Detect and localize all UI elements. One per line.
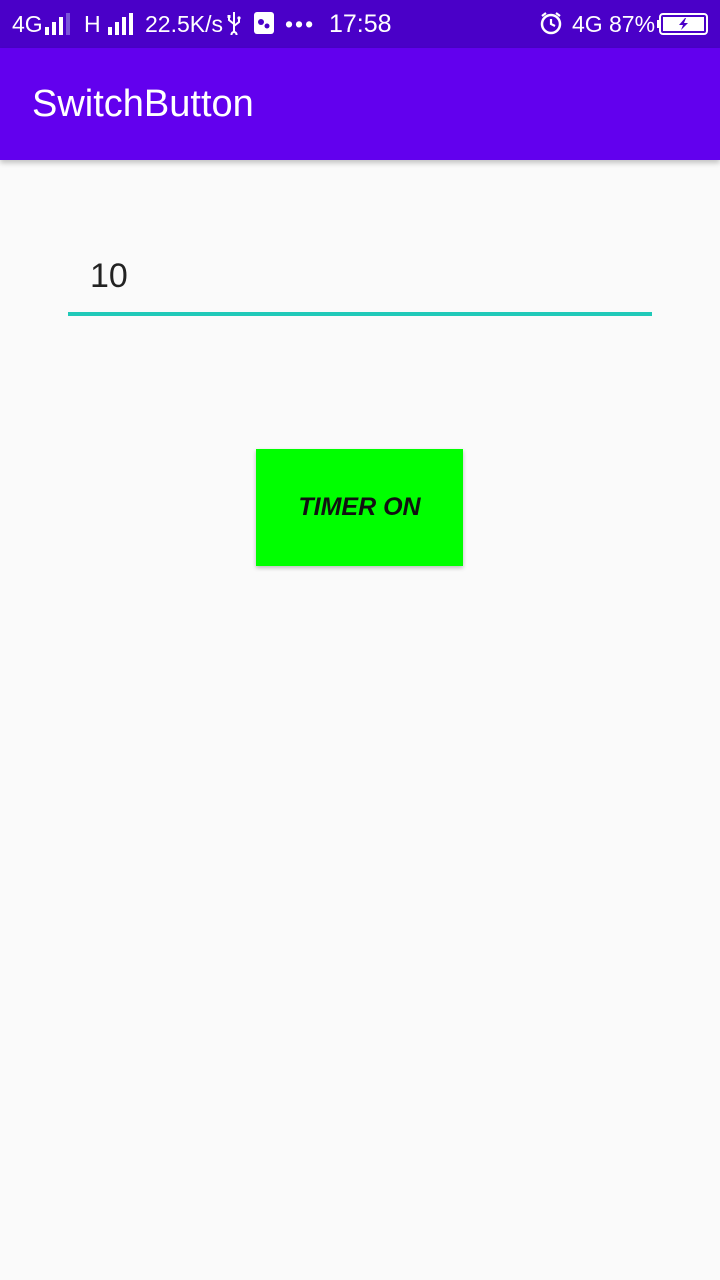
alarm-icon	[539, 11, 563, 40]
timer-input[interactable]	[68, 248, 652, 304]
timer-input-field[interactable]	[68, 248, 652, 316]
app-bar: SwitchButton	[0, 48, 720, 160]
signal-icon-2	[108, 13, 133, 35]
network-speed: 22.5K/s	[145, 11, 223, 37]
usb-icon	[227, 11, 241, 40]
status-bar: 4G H 22.5K/s ••• 17:58 4G 87%	[0, 0, 720, 48]
more-notifications-icon: •••	[285, 11, 316, 37]
battery-percent: 87%	[609, 11, 656, 37]
app-notification-icon	[253, 11, 275, 40]
signal-icon	[45, 13, 70, 35]
network-type-label-2: H	[84, 11, 101, 37]
clock: 17:58	[329, 10, 392, 38]
network-type-label-3: 4G	[572, 11, 603, 37]
app-title: SwitchButton	[32, 83, 254, 125]
battery-charging-icon	[657, 13, 709, 40]
network-type-label: 4G	[12, 11, 43, 37]
timer-on-button[interactable]: TIMER ON	[256, 449, 463, 566]
